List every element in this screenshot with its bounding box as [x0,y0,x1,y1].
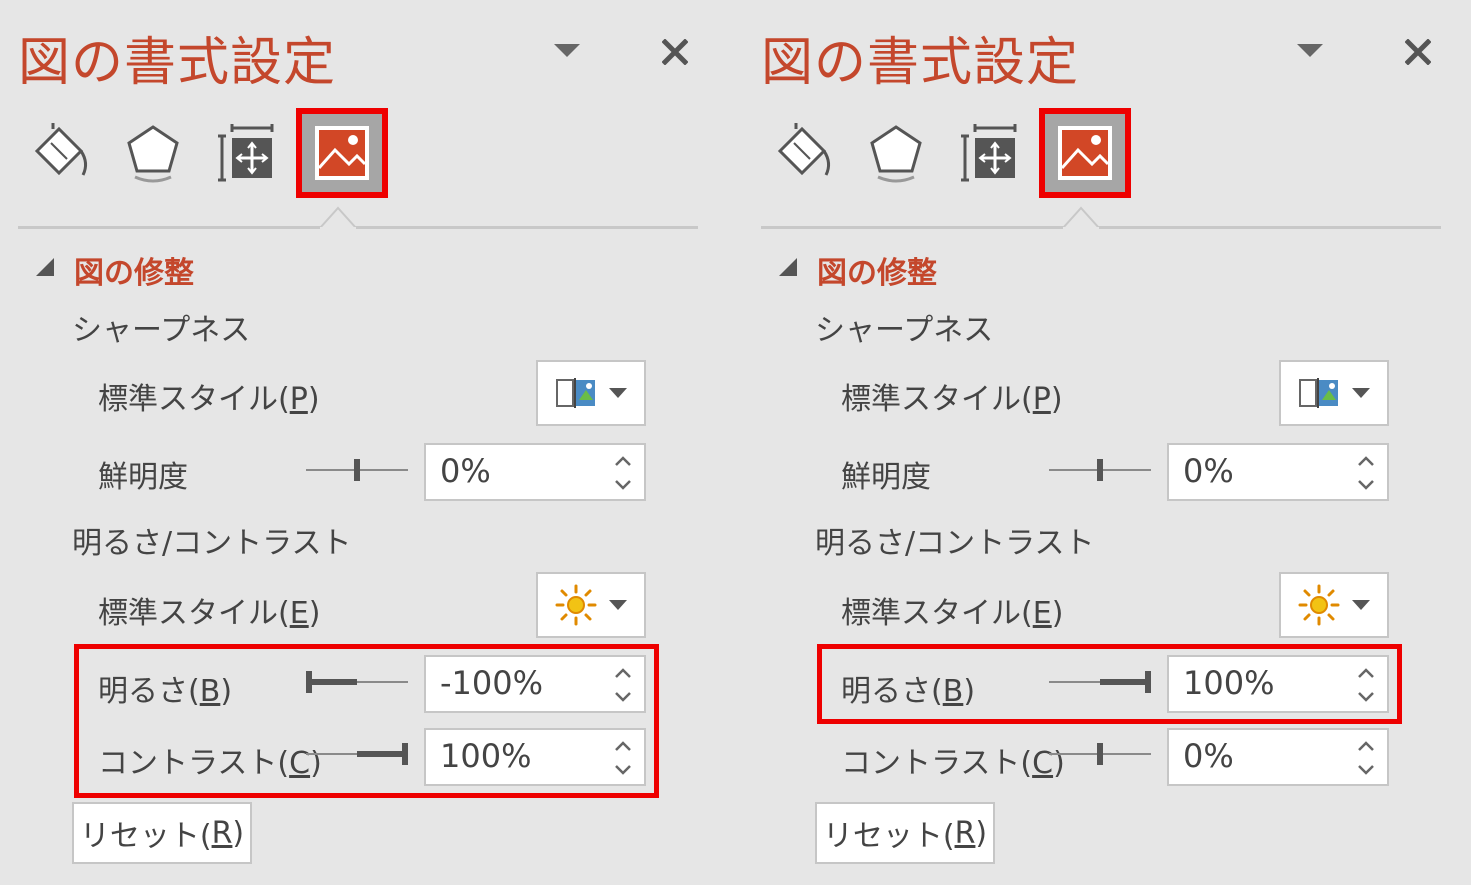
picture-icon [1058,126,1112,180]
contrast-spinbox[interactable]: 100% [424,728,646,786]
format-picture-pane-right: 図の書式設定 図の修整 シャープネス 標準スタイル(P) 鮮明度 0% 明るさ/… [743,0,1463,885]
sharpness-heading: シャープネス [72,313,251,348]
chevron-down-icon [1352,600,1370,610]
sharpness-spinbox[interactable]: 0% [424,443,646,501]
sharpness-preset-label: 標準スタイル(P) [841,382,1063,417]
brightness-slider[interactable] [1049,670,1151,694]
chevron-down-icon [1352,388,1370,398]
fill-line-icon [777,123,831,176]
sharpness-spinbox[interactable]: 0% [1167,443,1389,501]
contrast-slider[interactable] [306,742,408,766]
contrast-slider[interactable] [1049,742,1151,766]
tab-fill-line[interactable] [20,112,102,194]
sharpness-preset-icon [556,378,595,408]
active-tab-pointer [1063,206,1099,229]
chevron-down-icon [1297,44,1323,57]
sharpness-slider[interactable] [306,458,408,482]
sharpness-preset-dropdown[interactable] [536,360,646,426]
tab-effects[interactable] [112,112,194,194]
close-button[interactable] [1393,30,1443,74]
pane-title: 図の書式設定 [761,33,1080,93]
reset-button[interactable]: リセット(R) [72,802,252,864]
collapse-triangle-icon[interactable] [779,258,797,276]
size-position-icon [961,124,1017,182]
tab-picture[interactable] [1039,108,1131,198]
spinner-arrows-icon[interactable] [610,449,636,497]
brightness-sun-icon [1298,584,1340,626]
sharpness-preset-label: 標準スタイル(P) [98,382,320,417]
brightness-value[interactable]: 100% [1183,664,1274,702]
brightness-label: 明るさ(B) [841,674,976,709]
brightness-label: 明るさ(B) [98,674,233,709]
bc-preset-label: 標準スタイル(E) [841,596,1064,631]
section-title-picture-corrections[interactable]: 図の修整 [74,248,194,292]
pane-options-button[interactable] [1285,36,1335,66]
sharpness-label: 鮮明度 [98,460,188,495]
tab-size-position[interactable] [206,112,288,194]
brightness-contrast-heading: 明るさ/コントラスト [815,526,1095,561]
bc-preset-label: 標準スタイル(E) [98,596,321,631]
brightness-spinbox[interactable]: -100% [424,655,646,713]
sharpness-preset-icon [1299,378,1338,408]
brightness-spinbox[interactable]: 100% [1167,655,1389,713]
tab-fill-line[interactable] [763,112,845,194]
sharpness-slider[interactable] [1049,458,1151,482]
close-icon [1405,39,1431,65]
tab-picture[interactable] [296,108,388,198]
brightness-sun-icon [555,584,597,626]
spinner-arrows-icon[interactable] [1353,661,1379,709]
collapse-triangle-icon[interactable] [36,258,54,276]
tab-divider [18,226,698,229]
close-icon [662,39,688,65]
active-tab-pointer [320,206,356,229]
sharpness-value[interactable]: 0% [1183,452,1234,490]
contrast-value[interactable]: 100% [440,737,531,775]
bc-preset-dropdown[interactable] [536,572,646,638]
bc-preset-dropdown[interactable] [1279,572,1389,638]
contrast-label: コントラスト(C) [98,746,322,781]
spinner-arrows-icon[interactable] [610,734,636,782]
spinner-arrows-icon[interactable] [1353,449,1379,497]
spinner-arrows-icon[interactable] [610,661,636,709]
sharpness-heading: シャープネス [815,313,994,348]
sharpness-value[interactable]: 0% [440,452,491,490]
brightness-contrast-heading: 明るさ/コントラスト [72,526,352,561]
close-button[interactable] [650,30,700,74]
tab-size-position[interactable] [949,112,1031,194]
effects-pentagon-icon [127,125,179,183]
fill-line-icon [34,123,88,176]
brightness-slider[interactable] [306,670,408,694]
contrast-value[interactable]: 0% [1183,737,1234,775]
chevron-down-icon [554,44,580,57]
pane-title: 図の書式設定 [18,33,337,93]
picture-icon [315,126,369,180]
effects-pentagon-icon [870,125,922,183]
pane-options-button[interactable] [542,36,592,66]
brightness-value[interactable]: -100% [440,664,543,702]
section-title-picture-corrections[interactable]: 図の修整 [817,248,937,292]
tab-effects[interactable] [855,112,937,194]
size-position-icon [218,124,274,182]
sharpness-label: 鮮明度 [841,460,931,495]
sharpness-preset-dropdown[interactable] [1279,360,1389,426]
tab-divider [761,226,1441,229]
contrast-label: コントラスト(C) [841,746,1065,781]
chevron-down-icon [609,388,627,398]
format-picture-pane-left: 図の書式設定 図の修整 シャープネス 標準スタイル(P) 鮮明度 0% 明るさ/… [0,0,720,885]
contrast-spinbox[interactable]: 0% [1167,728,1389,786]
reset-button[interactable]: リセット(R) [815,802,995,864]
chevron-down-icon [609,600,627,610]
spinner-arrows-icon[interactable] [1353,734,1379,782]
